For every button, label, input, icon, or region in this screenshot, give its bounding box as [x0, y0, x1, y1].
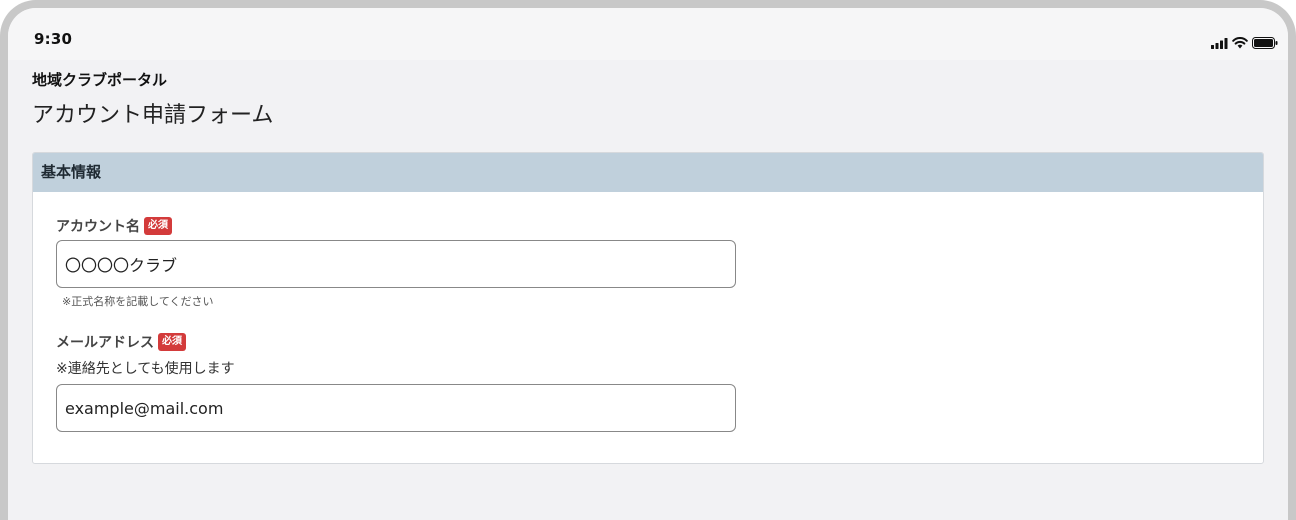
signal-icon — [1211, 37, 1228, 49]
app-header: 地域クラブポータル アカウント申請フォーム — [8, 60, 1288, 132]
status-bar: 9:30 — [8, 8, 1288, 60]
required-badge: 必須 — [158, 333, 186, 351]
basic-info-card: 基本情報 アカウント名 必須 ※正式名称を記載してください メールアドレス 必須… — [32, 152, 1264, 464]
device-frame: 9:30 地域クラブポータル アカウント申請フォーム 基本情報 アカウント名 必… — [0, 0, 1296, 520]
page-title: アカウント申請フォーム — [32, 103, 274, 128]
section-header: 基本情報 — [33, 153, 1263, 192]
email-label-row: メールアドレス 必須 — [56, 332, 186, 352]
email-input[interactable] — [56, 384, 736, 432]
account-name-input[interactable] — [56, 240, 736, 288]
required-badge: 必須 — [144, 217, 172, 235]
status-time: 9:30 — [34, 30, 73, 48]
account-name-label: アカウント名 — [56, 219, 140, 235]
status-icons — [1211, 37, 1278, 49]
app-name: 地域クラブポータル — [32, 71, 168, 89]
email-label: メールアドレス — [56, 335, 154, 351]
wifi-icon — [1232, 37, 1248, 49]
battery-icon — [1252, 37, 1278, 49]
account-name-label-row: アカウント名 必須 — [56, 216, 172, 236]
email-note: ※連絡先としても使用します — [56, 361, 235, 377]
device-screen: 9:30 地域クラブポータル アカウント申請フォーム 基本情報 アカウント名 必… — [8, 8, 1288, 520]
account-name-note: ※正式名称を記載してください — [62, 295, 214, 308]
